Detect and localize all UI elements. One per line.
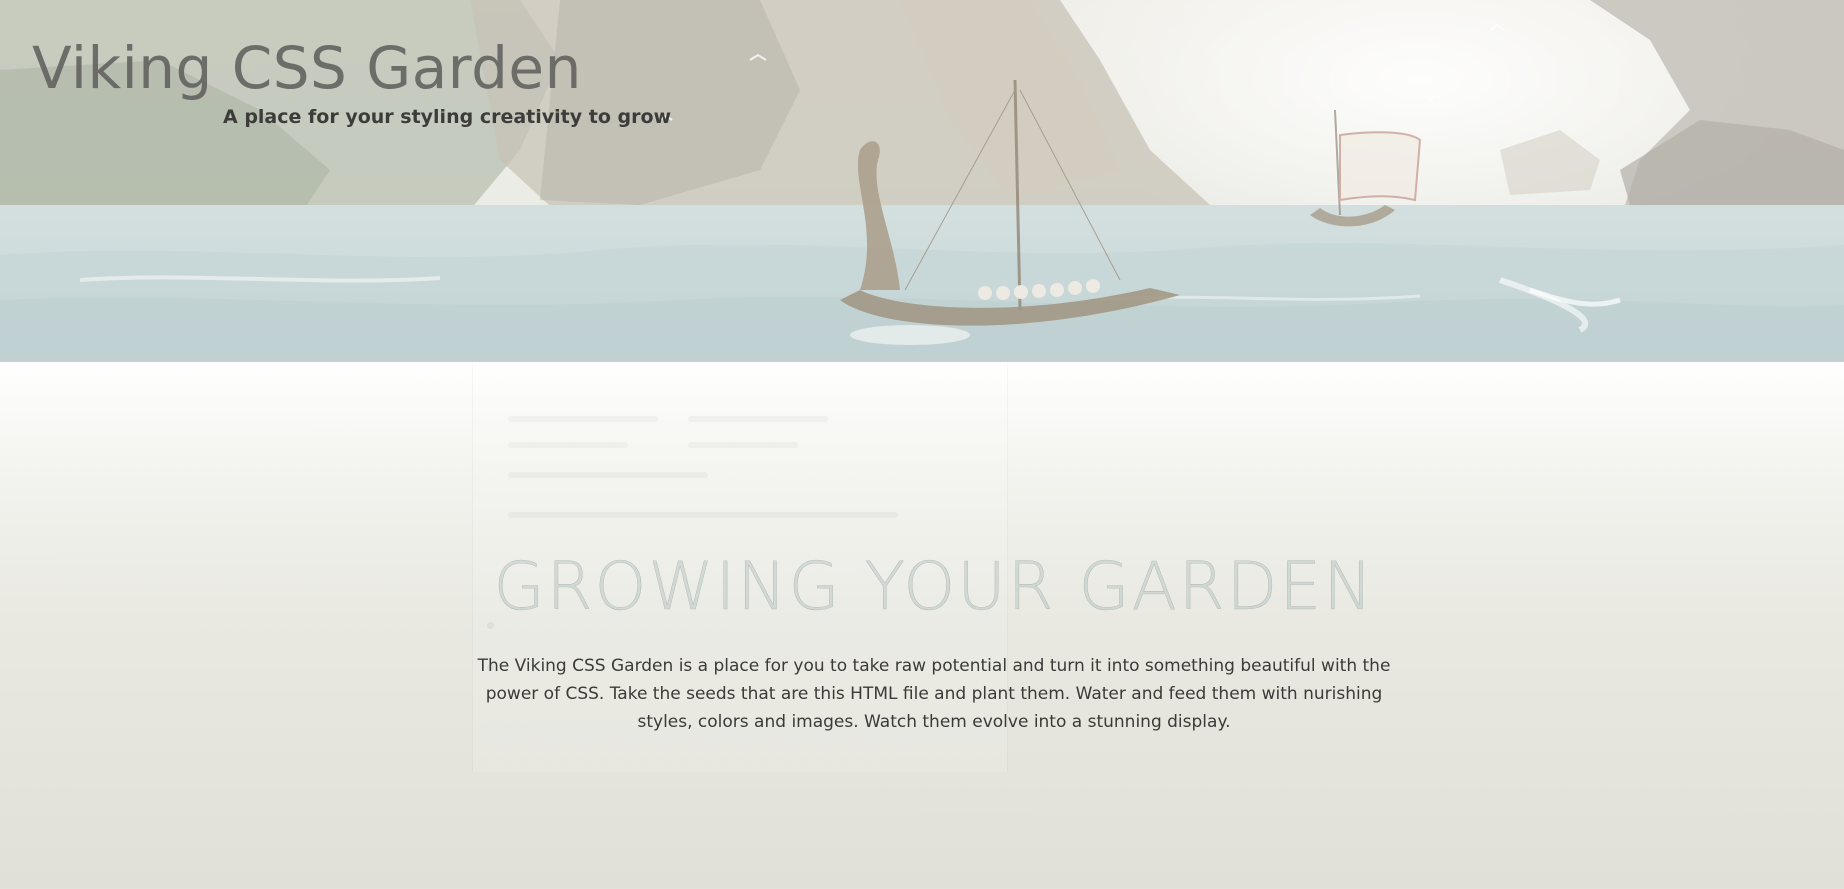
site-title: Viking CSS Garden <box>32 34 582 102</box>
hero-banner: Viking CSS Garden A place for your styli… <box>0 0 1844 362</box>
intro-paragraph: The Viking CSS Garden is a place for you… <box>477 656 1391 732</box>
site-tagline: A place for your styling creativity to g… <box>223 106 672 128</box>
intro-heading: GROWING YOUR GARDEN <box>493 548 1375 625</box>
